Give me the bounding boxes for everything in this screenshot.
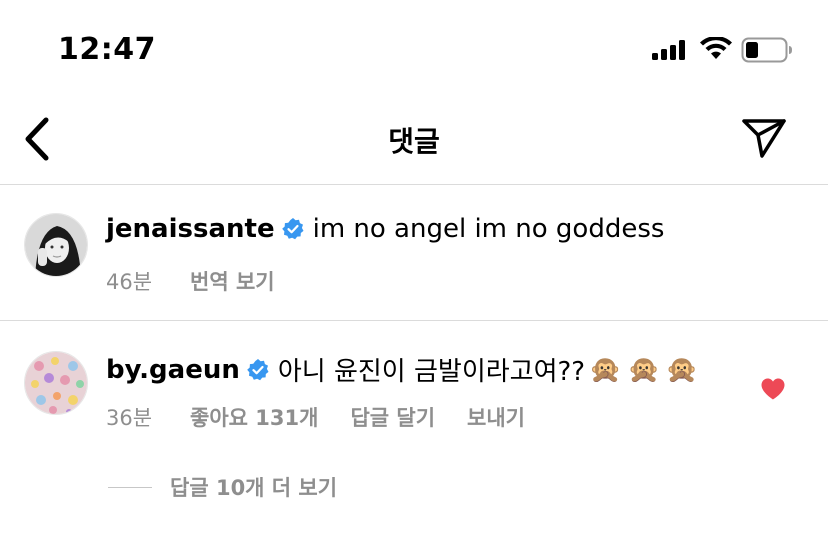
header-bar: 댓글 [0,92,828,185]
comment-meta: 36분 좋아요 131개 답글 달기 보내기 [106,402,557,432]
avatar[interactable] [24,213,88,277]
heart-icon[interactable] [760,377,786,401]
comment-meta: 46분 번역 보기 [106,266,307,296]
likes-count[interactable]: 좋아요 131개 [190,402,318,432]
profile-photo-icon [25,352,87,414]
verified-badge-icon [281,218,304,240]
profile-photo-icon [25,214,87,276]
reply-button[interactable]: 답글 달기 [350,402,435,432]
cellular-signal-icon [652,40,688,60]
emoji-group: 🙊 🙊 🙊 [589,355,698,385]
status-time: 12:47 [58,32,156,67]
timestamp: 46분 [106,270,153,294]
translate-button[interactable]: 번역 보기 [190,266,275,296]
monkey-emoji-icon: 🙊 [665,354,699,385]
avatar[interactable] [24,351,88,415]
view-replies-label: 답글 10개 더 보기 [170,476,338,500]
view-replies-button[interactable]: 답글 10개 더 보기 [108,472,337,502]
share-button[interactable] [740,116,788,160]
comment-line: jenaissante im no angel im no goddess [106,214,664,244]
comment-line: by.gaeun 아니 윤진이 금발이라고여?? 🙊 🙊 🙊 [106,351,698,388]
timestamp: 36분 [106,406,153,430]
wifi-icon [700,37,732,59]
caption-comment: jenaissante im no angel im no goddess 46… [0,186,828,321]
verified-badge-icon [247,358,269,380]
page-title: 댓글 [388,125,440,158]
monkey-emoji-icon: 🙊 [589,354,622,385]
username[interactable]: by.gaeun [106,355,240,385]
comment-text: 아니 윤진이 금발이라고여?? [277,357,586,387]
send-button[interactable]: 보내기 [467,402,525,432]
battery-icon [741,37,792,63]
monkey-emoji-icon: 🙊 [627,354,660,385]
comment-text: im no angel im no goddess [312,214,665,244]
comment-item: by.gaeun 아니 윤진이 금발이라고여?? 🙊 🙊 🙊 36분 좋아요 1… [0,322,828,536]
paper-plane-icon [742,119,786,158]
status-bar: 12:47 [0,0,828,92]
username[interactable]: jenaissante [106,214,275,244]
divider-line [108,486,152,488]
